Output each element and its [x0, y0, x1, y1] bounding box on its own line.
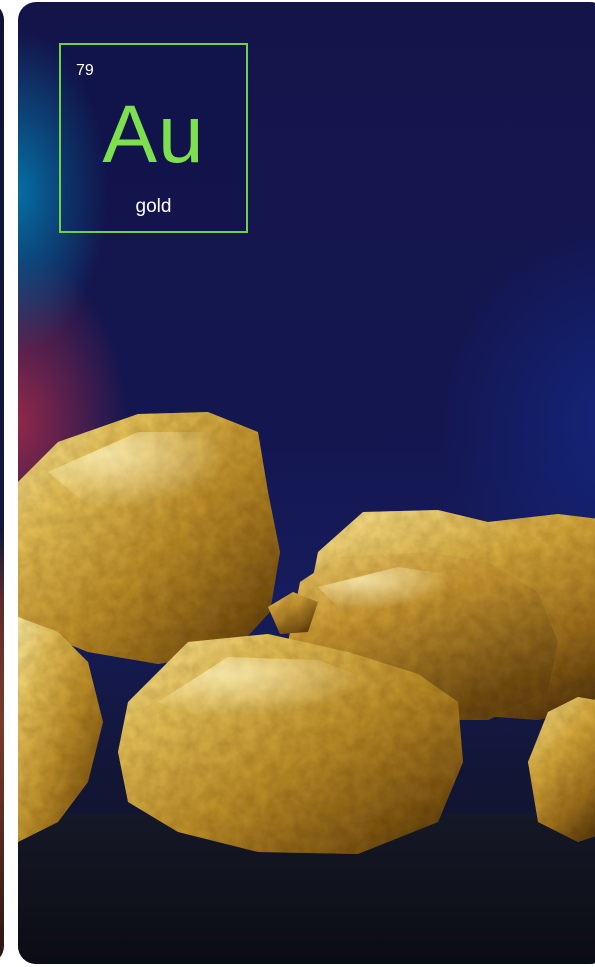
element-symbol: Au [102, 89, 205, 180]
element-name: gold [135, 196, 172, 217]
previous-card-edge[interactable] [0, 2, 4, 964]
element-tile: 79 Au gold [59, 43, 248, 233]
element-card-gold[interactable]: 79 Au gold [18, 2, 595, 964]
atomic-number: 79 [76, 62, 94, 79]
carousel: 79 Au gold [0, 0, 595, 967]
gold-nuggets-image [18, 412, 595, 854]
